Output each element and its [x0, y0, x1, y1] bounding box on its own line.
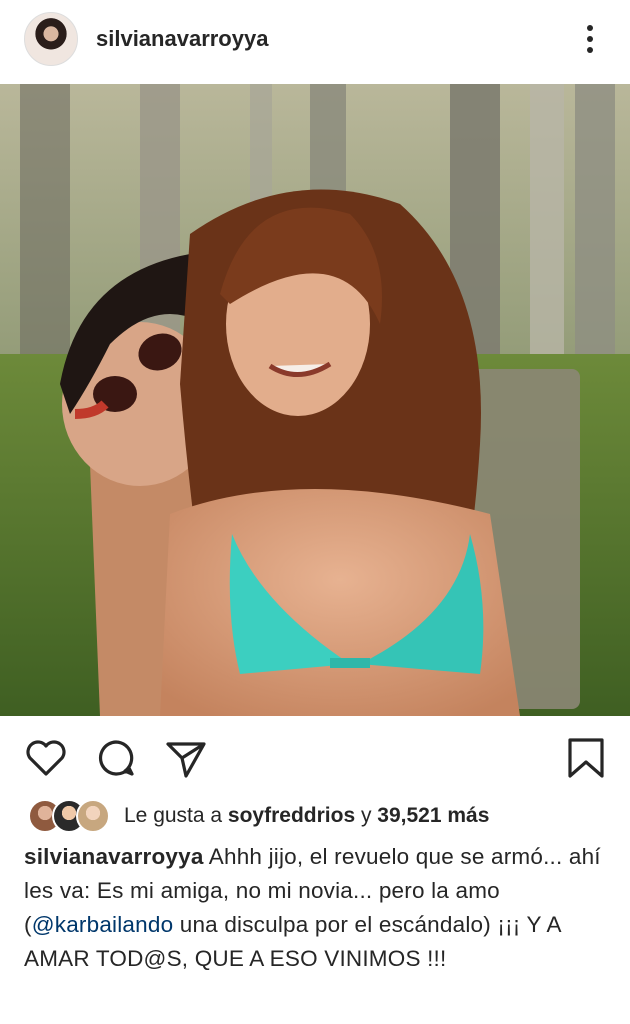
- more-options-icon[interactable]: [576, 22, 604, 56]
- caption-username[interactable]: silvianavarroyya: [24, 844, 204, 869]
- likes-prefix: Le gusta a: [124, 804, 228, 827]
- share-icon[interactable]: [164, 736, 208, 780]
- likes-text: Le gusta a soyfreddrios y 39,521 más: [124, 804, 489, 828]
- action-bar: [0, 730, 630, 790]
- post-username[interactable]: silvianavarroyya: [96, 26, 268, 52]
- likes-connector: y: [355, 804, 378, 827]
- liked-by-username[interactable]: soyfreddrios: [228, 804, 355, 827]
- post-caption: silvianavarroyya Ahhh jijo, el revuelo q…: [24, 840, 614, 976]
- liker-avatar: [76, 799, 110, 833]
- avatar[interactable]: [24, 12, 78, 66]
- bookmark-icon[interactable]: [564, 736, 608, 780]
- photo-illustration: [0, 84, 630, 716]
- caption-mention[interactable]: @karbailando: [32, 912, 174, 937]
- post-header: silvianavarroyya: [0, 0, 630, 84]
- likes-summary[interactable]: Le gusta a soyfreddrios y 39,521 más: [28, 798, 489, 834]
- heart-icon[interactable]: [24, 736, 68, 780]
- likes-count[interactable]: 39,521 más: [377, 804, 489, 827]
- comment-icon[interactable]: [94, 736, 138, 780]
- post-photo[interactable]: [0, 84, 630, 716]
